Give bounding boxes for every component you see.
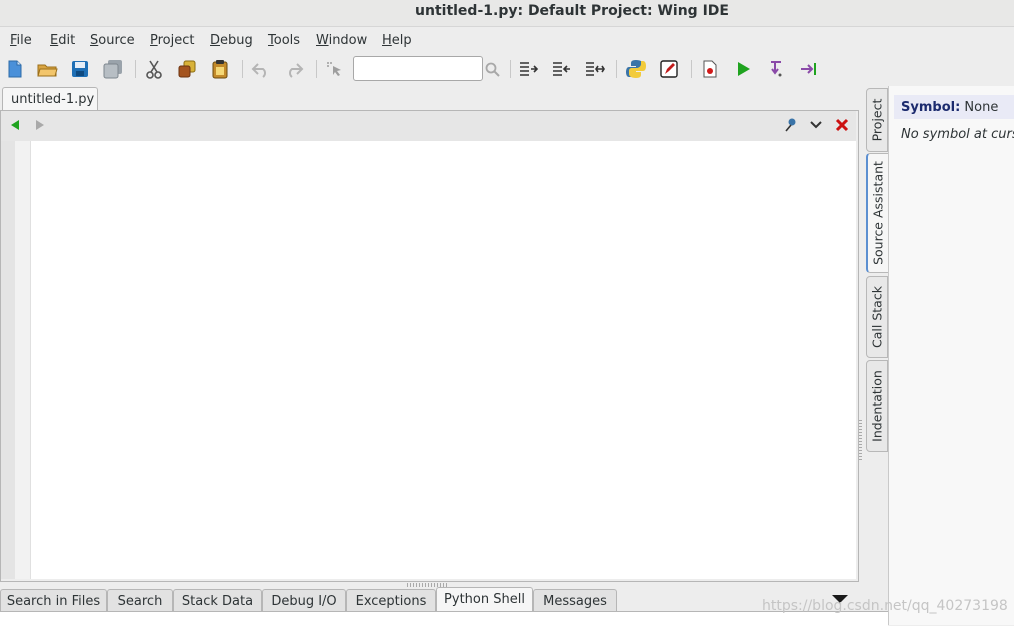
paste-icon[interactable] (209, 58, 231, 80)
open-folder-icon[interactable] (36, 58, 58, 80)
edit-icon[interactable] (658, 58, 680, 80)
menu-tools[interactable]: Tools (268, 33, 300, 48)
redo-icon[interactable] (283, 58, 305, 80)
step-over-icon[interactable] (798, 58, 820, 80)
forward-arrow-icon[interactable] (33, 118, 47, 132)
back-arrow-icon[interactable] (8, 118, 22, 132)
tab-stack-data[interactable]: Stack Data (173, 589, 262, 611)
tab-call-stack[interactable]: Call Stack (866, 276, 888, 358)
menu-edit[interactable]: Edit (50, 33, 75, 48)
toolbar-separator (135, 60, 136, 78)
toolbar (0, 54, 1014, 84)
breakpoint-icon[interactable] (699, 58, 721, 80)
chevron-down-icon[interactable] (809, 118, 823, 132)
menu-project[interactable]: Project (150, 33, 195, 48)
save-icon[interactable] (69, 58, 91, 80)
editor-tab-label: untitled-1.py (11, 92, 95, 107)
tab-debug-io[interactable]: Debug I/O (262, 589, 346, 611)
toolbar-separator (316, 60, 317, 78)
search-icon[interactable] (481, 58, 503, 80)
cut-icon[interactable] (143, 58, 165, 80)
editor-margin (1, 141, 15, 579)
python-shell-panel[interactable] (0, 611, 888, 626)
tab-messages[interactable]: Messages (533, 589, 617, 611)
menu-window[interactable]: Window (316, 33, 367, 48)
title-bar: untitled-1.py: Default Project: Wing IDE (0, 0, 1014, 27)
indent-toggle-icon[interactable] (583, 58, 605, 80)
tab-search[interactable]: Search (107, 589, 173, 611)
tab-untitled-1-py[interactable]: untitled-1.py (2, 87, 98, 111)
toolbar-search-input[interactable] (353, 56, 483, 81)
select-pointer-icon[interactable] (323, 58, 345, 80)
tab-indentation[interactable]: Indentation (866, 360, 888, 452)
indent-icon[interactable] (517, 58, 539, 80)
tab-project[interactable]: Project (866, 88, 888, 152)
toolbar-separator (691, 60, 692, 78)
toolbar-separator (510, 60, 511, 78)
vertical-resize-grip[interactable] (859, 420, 862, 460)
code-editor[interactable] (31, 141, 856, 579)
copy-icon[interactable] (176, 58, 198, 80)
tab-source-assistant[interactable]: Source Assistant (866, 153, 889, 273)
source-assistant-panel (888, 86, 1014, 625)
menu-bar: File Edit Source Project Debug Tools Win… (0, 27, 1014, 54)
tab-exceptions[interactable]: Exceptions (346, 589, 436, 611)
save-all-icon[interactable] (102, 58, 124, 80)
menu-debug[interactable]: Debug (210, 33, 253, 48)
outdent-icon[interactable] (550, 58, 572, 80)
menu-file[interactable]: File (10, 33, 32, 48)
python-icon[interactable] (625, 58, 647, 80)
close-icon[interactable] (834, 117, 850, 133)
toolbar-separator (616, 60, 617, 78)
symbol-row: Symbol: None (901, 100, 999, 115)
run-icon[interactable] (732, 58, 754, 80)
undo-icon[interactable] (250, 58, 272, 80)
pin-icon[interactable] (783, 117, 799, 133)
menu-help[interactable]: Help (382, 33, 412, 48)
no-symbol-message: No symbol at curso (901, 127, 1014, 142)
tab-search-in-files[interactable]: Search in Files (0, 589, 107, 611)
editor-gutter[interactable] (15, 141, 31, 579)
new-file-icon[interactable] (4, 58, 26, 80)
watermark: https://blog.csdn.net/qq_40273198 (762, 598, 1008, 614)
window-title: untitled-1.py: Default Project: Wing IDE (415, 3, 729, 19)
toolbar-separator (242, 60, 243, 78)
step-into-icon[interactable] (765, 58, 787, 80)
editor-toolbar (1, 111, 856, 141)
tab-python-shell[interactable]: Python Shell (436, 587, 533, 611)
menu-source[interactable]: Source (90, 33, 135, 48)
